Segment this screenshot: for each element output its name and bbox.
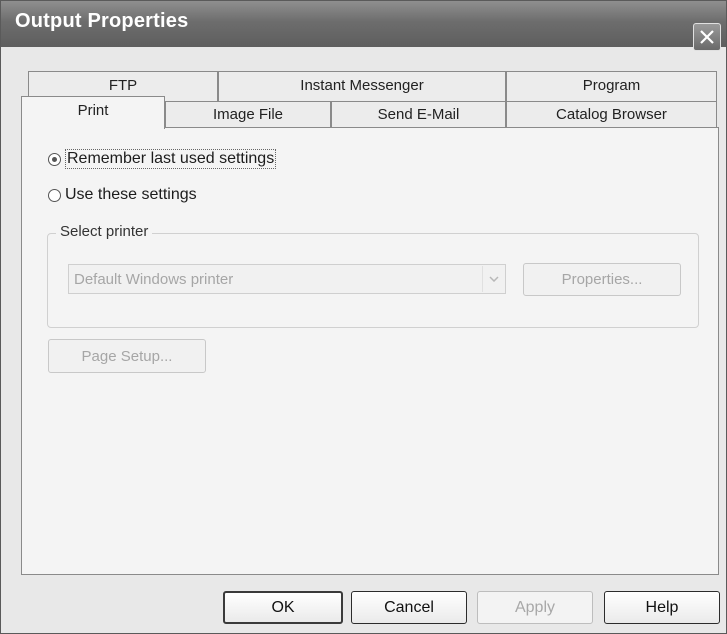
- printer-select-value: Default Windows printer: [74, 271, 234, 288]
- cancel-button[interactable]: Cancel: [351, 591, 467, 624]
- ok-button-label: OK: [271, 599, 295, 616]
- tab-image-file[interactable]: Image File: [165, 101, 331, 127]
- tab-label: Catalog Browser: [556, 106, 667, 123]
- tab-program[interactable]: Program: [506, 71, 717, 101]
- close-icon: [700, 30, 714, 44]
- tab-label: Image File: [212, 106, 284, 123]
- tab-label: FTP: [108, 77, 138, 94]
- tab-label: Send E-Mail: [377, 106, 460, 123]
- title-bar[interactable]: Output Properties: [1, 1, 726, 47]
- tab-label: Print: [77, 102, 109, 119]
- remember-settings-radio[interactable]: Remember last used settings: [48, 149, 277, 169]
- page-setup-button-label: Page Setup...: [81, 348, 173, 365]
- radio-unselected-icon: [48, 188, 61, 202]
- help-button[interactable]: Help: [604, 591, 720, 624]
- page-setup-button[interactable]: Page Setup...: [48, 339, 206, 373]
- tab-instant-messenger[interactable]: Instant Messenger: [218, 71, 506, 101]
- ok-button[interactable]: OK: [223, 591, 343, 624]
- tab-label: Instant Messenger: [300, 77, 424, 94]
- close-button[interactable]: [693, 23, 721, 51]
- properties-button-label: Properties...: [561, 271, 643, 288]
- apply-button-label: Apply: [514, 599, 556, 616]
- properties-button[interactable]: Properties...: [523, 263, 681, 296]
- dialog-title: Output Properties: [15, 10, 189, 32]
- tab-label: Program: [582, 77, 641, 94]
- radio-selected-icon: [48, 152, 61, 166]
- use-these-settings-radio[interactable]: Use these settings: [48, 186, 197, 204]
- tab-print[interactable]: Print: [21, 96, 165, 129]
- chevron-down-icon: [489, 276, 499, 282]
- print-tab-panel: Remember last used settings Use these se…: [21, 127, 719, 575]
- printer-select[interactable]: Default Windows printer: [68, 264, 506, 294]
- output-properties-dialog: Output Properties FTP Instant Messenger …: [0, 0, 727, 634]
- tab-catalog-browser[interactable]: Catalog Browser: [506, 101, 717, 127]
- apply-button[interactable]: Apply: [477, 591, 593, 624]
- remember-settings-label: Remember last used settings: [65, 149, 277, 169]
- tab-send-email[interactable]: Send E-Mail: [331, 101, 506, 127]
- cancel-button-label: Cancel: [384, 599, 434, 616]
- use-these-settings-label: Use these settings: [65, 186, 197, 203]
- help-button-label: Help: [645, 599, 679, 616]
- select-printer-group: Select printer Default Windows printer P…: [47, 223, 699, 328]
- select-printer-legend: Select printer: [56, 223, 153, 240]
- dropdown-button[interactable]: [482, 266, 504, 292]
